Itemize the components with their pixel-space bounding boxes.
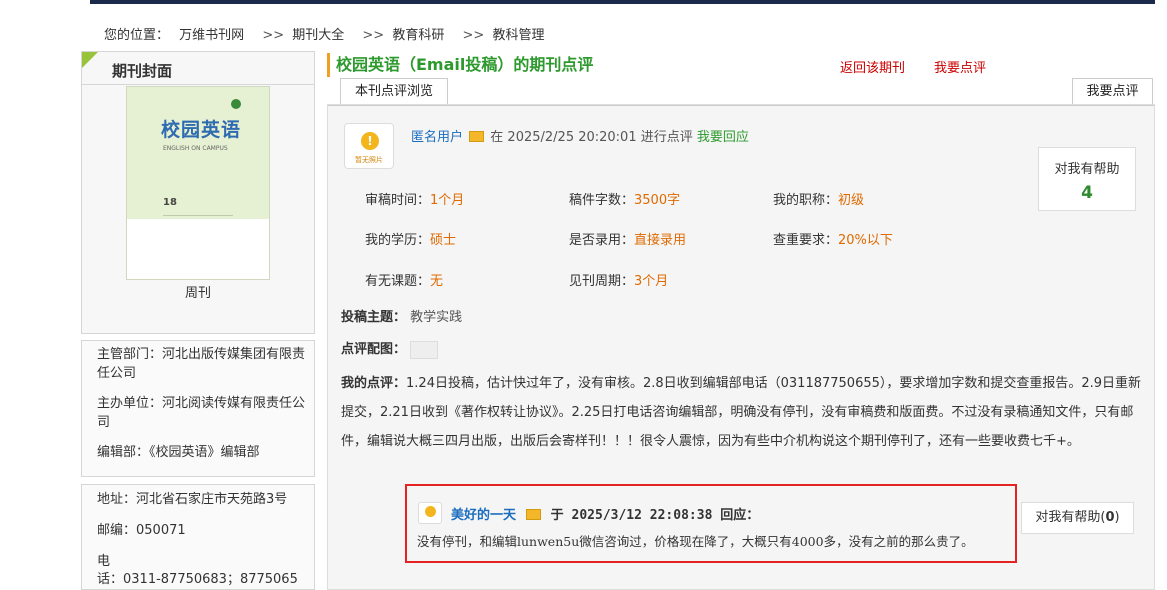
review-header: 匿名用户 在 2025/2/25 20:20:01 进行点评 我要回应 [411,126,749,145]
reply-helpful-count: 0 [1105,510,1115,525]
field-value: 硕士 [430,233,457,248]
topic-value: 教学实践 [410,310,463,325]
address-text: 地址：河北省石家庄市天苑路3号 [97,492,288,507]
phone-text: 话：0311-87750683；8775065 [97,572,298,587]
breadcrumb: 您的位置： 万维书刊网 >> 期刊大全 >> 教育科研 >> 教科管理 [104,24,550,43]
field-label: 查重要求： [773,233,839,248]
avatar [418,502,442,524]
reply-user-name[interactable]: 美好的一天 [451,508,516,523]
breadcrumb-item-home[interactable]: 万维书刊网 [179,28,244,43]
helpful-button[interactable]: 对我有帮助 4 [1038,147,1136,211]
reply-suffix: 回应： [720,508,760,523]
comment-body: 1.24日投稿，估计快过年了，没有审核。2.8日收到编辑部电话（03118775… [341,376,1142,449]
cover-bottom-band [127,219,269,279]
cover-panel: 期刊封面 校园英语 ENGLISH ON CAMPUS 18 周刊 [81,51,315,334]
reply-helpful-label: 对我有帮助 [1035,510,1101,525]
topic-row: 投稿主题： 教学实践 [341,306,462,325]
cover-panel-title: 期刊封面 [112,62,173,80]
field-label: 见刊周期： [569,274,635,289]
field-value: 初级 [838,193,865,208]
phone-block: 电 话：0311-87750683；8775065 [97,553,306,589]
reply-time: 2025/3/12 22:08:38 [571,508,713,523]
reply-prefix: 于 [550,508,564,523]
mail-icon[interactable] [469,131,485,142]
field-plagiarism: 查重要求：20%以下 [773,229,893,248]
avatar-label: 暂无照片 [355,156,383,164]
avatar-icon [425,506,436,517]
reviewer-name[interactable]: 匿名用户 [411,130,463,145]
breadcrumb-prefix: 您的位置： [104,28,170,43]
write-review-link[interactable]: 我要点评 [934,57,986,76]
breadcrumb-item-education[interactable]: 教育科研 [392,28,444,43]
top-banner-strip [90,0,1155,4]
postcode-text: 邮编：050071 [97,523,186,538]
page-title: 校园英语（Email投稿）的期刊点评 [327,53,593,77]
field-value: 1个月 [430,193,465,208]
reply-link[interactable]: 我要回应 [697,130,749,145]
cover-image-title: 校园英语 [161,119,242,141]
corner-accent [82,52,98,68]
review-panel: ! 暂无照片 匿名用户 在 2025/2/25 20:20:01 进行点评 我要… [327,104,1155,590]
field-label: 我的职称： [773,193,839,208]
phone-label: 电 [97,554,111,569]
back-to-journal-link[interactable]: 返回该期刊 [840,57,905,76]
breadcrumb-separator: >> [262,28,285,43]
reply-body: 没有停刊，和编辑lunwen5u微信咨询过，价格现在降了，大概只有4000多，没… [417,534,974,549]
field-label: 审稿时间： [365,193,431,208]
field-value: 直接录用 [634,233,687,248]
field-education: 我的学历：硕士 [365,229,456,248]
editor-text: 编辑部：《校园英语》编辑部 [97,445,260,460]
field-publish-cycle: 见刊周期：3个月 [569,270,668,289]
avatar: ! 暂无照片 [344,123,394,169]
supervisor-text: 主管部门：河北出版传媒集团有限责任公司 [97,347,306,381]
review-image-thumbnail[interactable] [410,340,439,359]
field-value: 3个月 [634,274,669,289]
field-label: 稿件字数： [569,193,635,208]
field-review-time: 审稿时间：1个月 [365,189,464,208]
breadcrumb-separator: >> [462,28,485,43]
sponsor-text: 主办单位：河北阅读传媒有限责任公司 [97,396,306,430]
image-label: 点评配图： [341,342,407,357]
helpful-count: 4 [1081,183,1093,203]
breadcrumb-item-management[interactable]: 教科管理 [492,28,544,43]
journal-info-panel: 主管部门：河北出版传媒集团有限责任公司 主办单位：河北阅读传媒有限责任公司 编辑… [81,340,315,477]
field-label: 我的学历： [365,233,431,248]
contact-panel: 地址：河北省石家庄市天苑路3号 邮编：050071 电 话：0311-87750… [81,484,315,590]
topic-label: 投稿主题： [341,310,407,325]
field-accepted: 是否录用：直接录用 [569,229,686,248]
field-label: 有无课题： [365,274,431,289]
mail-icon[interactable] [525,509,541,520]
cover-logo-icon [231,99,241,109]
image-row: 点评配图： [341,338,439,359]
field-label: 是否录用： [569,233,635,248]
review-comment: 我的点评：1.24日投稿，估计快过年了，没有审核。2.8日收到编辑部电话（031… [341,369,1149,456]
exclamation-icon: ! [361,132,379,150]
review-time: 在 2025/2/25 20:20:01 进行点评 [490,130,693,145]
breadcrumb-item-journals[interactable]: 期刊大全 [292,28,344,43]
reply-item: 美好的一天 于 2025/3/12 22:08:38 回应： 没有停刊，和编辑l… [413,500,1009,554]
field-value: 20%以下 [838,233,893,248]
tab-browse-reviews[interactable]: 本刊点评浏览 [340,78,448,104]
field-word-count: 稿件字数：3500字 [569,189,680,208]
divider [82,84,314,85]
breadcrumb-separator: >> [362,28,385,43]
cover-text-line [163,215,233,216]
cover-caption: 周刊 [184,286,211,301]
comment-label: 我的点评： [341,376,407,391]
cover-image-subtitle: ENGLISH ON CAMPUS [163,145,228,152]
reply-helpful-button[interactable]: 对我有帮助(0) [1021,502,1134,534]
reply-header: 美好的一天 于 2025/3/12 22:08:38 回应： [451,504,759,523]
field-value: 无 [430,274,444,289]
journal-cover-image[interactable]: 校园英语 ENGLISH ON CAMPUS 18 [126,86,270,280]
divider [328,105,1154,106]
tab-write-review[interactable]: 我要点评 [1072,78,1153,104]
field-title-rank: 我的职称：初级 [773,189,864,208]
cover-image-issue: 18 [163,197,177,208]
reply-highlight-box: 美好的一天 于 2025/3/12 22:08:38 回应： 没有停刊，和编辑l… [405,484,1017,563]
helpful-label: 对我有帮助 [1054,162,1120,177]
field-value: 3500字 [634,193,681,208]
field-project: 有无课题：无 [365,270,443,289]
